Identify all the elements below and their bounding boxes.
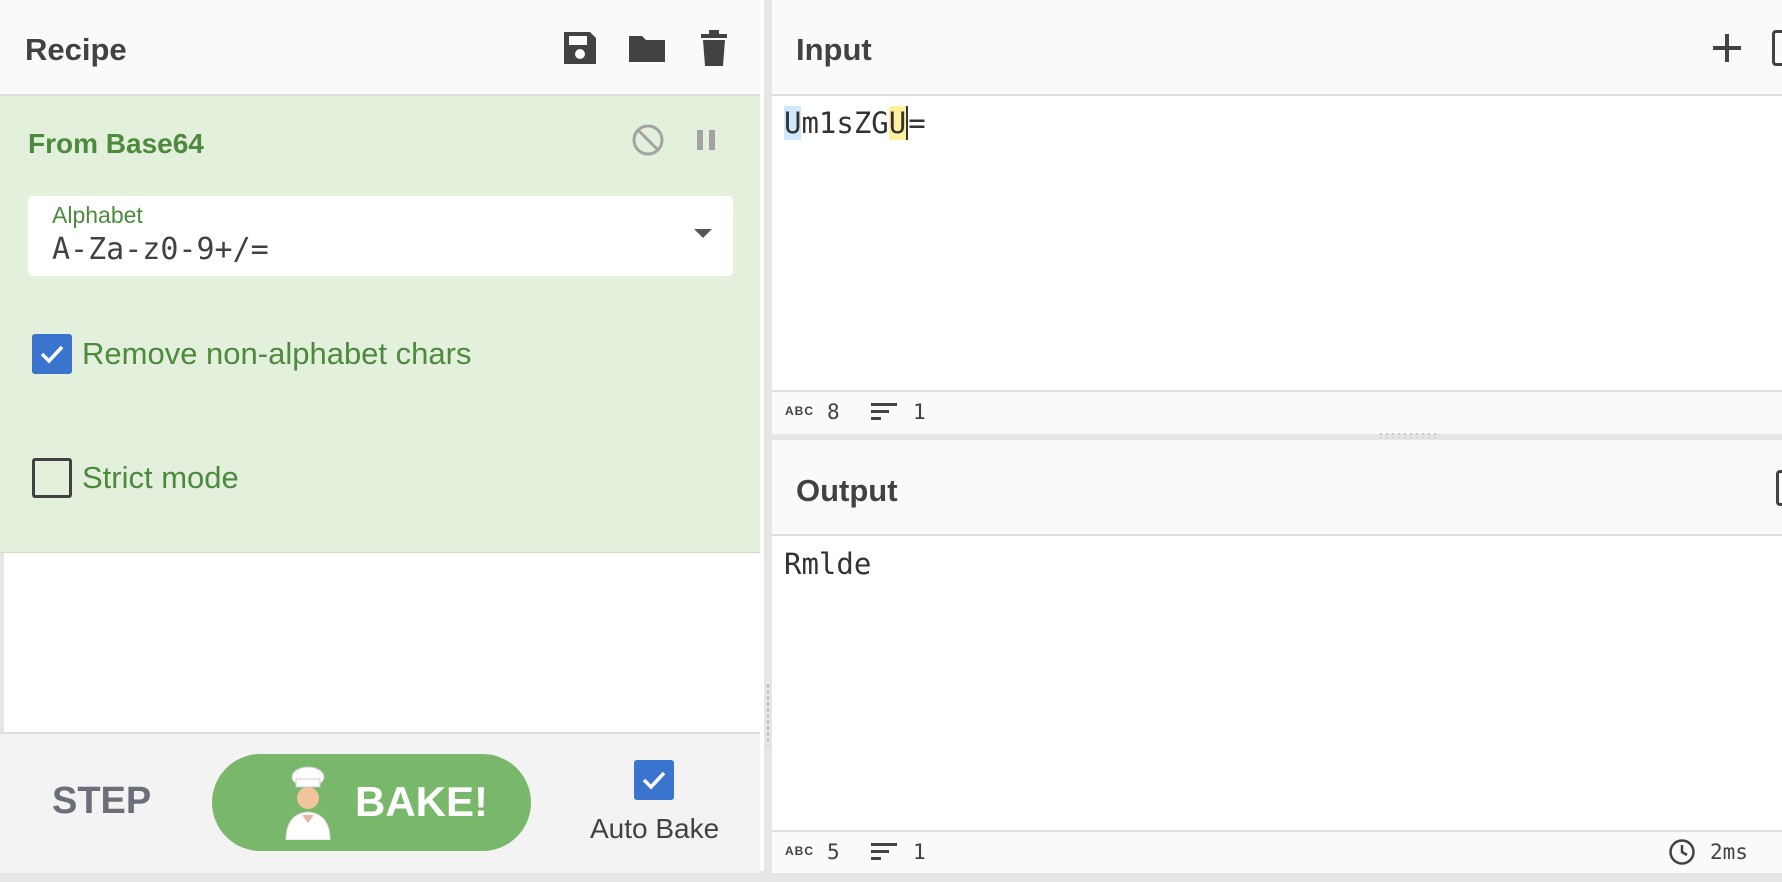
remove-non-alphabet-label: Remove non-alphabet chars bbox=[82, 336, 472, 371]
maximize-icon[interactable] bbox=[1772, 30, 1782, 66]
auto-bake-label: Auto Bake bbox=[590, 813, 720, 844]
bake-time: 2ms bbox=[1710, 840, 1748, 864]
input-text-middle: m1sZG bbox=[801, 106, 889, 140]
save-icon[interactable] bbox=[560, 28, 600, 68]
pause-icon[interactable] bbox=[688, 122, 724, 158]
strict-mode-checkbox[interactable] bbox=[32, 458, 72, 498]
strict-mode-label: Strict mode bbox=[82, 460, 239, 495]
input-char-count: 8 bbox=[827, 400, 840, 424]
abc-icon: ABC bbox=[785, 404, 814, 418]
chevron-down-icon[interactable] bbox=[694, 229, 712, 238]
input-header bbox=[772, 0, 1782, 96]
output-maximize-icon[interactable] bbox=[1776, 470, 1782, 506]
checkmark-icon bbox=[642, 771, 666, 790]
output-textarea[interactable]: Rmlde bbox=[784, 547, 871, 581]
output-line-count: 1 bbox=[913, 840, 926, 864]
bake-label: BAKE! bbox=[355, 778, 488, 825]
resize-handle[interactable] bbox=[766, 683, 770, 745]
input-text-highlight-end: U bbox=[888, 106, 907, 140]
chef-icon bbox=[280, 765, 336, 841]
recipe-title: Recipe bbox=[25, 32, 127, 67]
step-button[interactable]: STEP bbox=[52, 780, 151, 823]
checkmark-icon bbox=[40, 345, 64, 364]
trash-icon[interactable] bbox=[694, 28, 734, 68]
output-char-count: 5 bbox=[827, 840, 840, 864]
panel-divider[interactable] bbox=[764, 0, 772, 882]
clock-icon bbox=[1668, 838, 1696, 866]
abc-icon: ABC bbox=[785, 844, 814, 858]
alphabet-label: Alphabet bbox=[52, 202, 143, 228]
resize-handle-horizontal[interactable] bbox=[1378, 432, 1440, 438]
lines-icon bbox=[871, 843, 897, 861]
folder-icon[interactable] bbox=[627, 28, 667, 68]
auto-bake-checkbox[interactable] bbox=[634, 760, 674, 800]
lines-icon bbox=[871, 403, 897, 421]
output-header bbox=[772, 440, 1782, 536]
alphabet-value: A-Za-z0-9+/= bbox=[52, 232, 269, 267]
input-text-highlight-start: U bbox=[784, 106, 802, 140]
input-line-count: 1 bbox=[913, 400, 926, 424]
add-tab-icon[interactable] bbox=[1707, 28, 1747, 68]
remove-non-alphabet-checkbox[interactable] bbox=[32, 334, 72, 374]
output-title: Output bbox=[796, 473, 898, 508]
input-text-tail: = bbox=[906, 106, 926, 140]
input-title: Input bbox=[796, 32, 872, 67]
operation-title: From Base64 bbox=[28, 128, 204, 159]
disable-icon[interactable] bbox=[630, 122, 666, 158]
input-textarea[interactable]: Um1sZGU= bbox=[784, 106, 926, 140]
